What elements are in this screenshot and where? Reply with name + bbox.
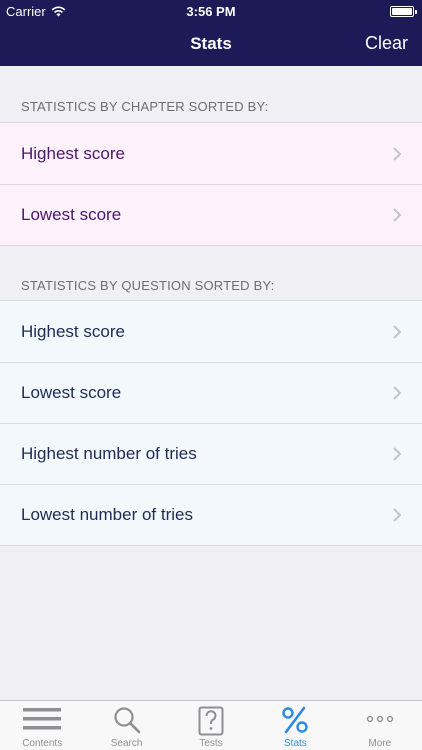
row-label: Lowest number of tries bbox=[21, 504, 193, 524]
tab-label: Contents bbox=[22, 738, 63, 749]
row-label: Lowest score bbox=[21, 204, 122, 224]
list-icon bbox=[23, 708, 62, 730]
tab-stats[interactable]: Stats bbox=[253, 701, 337, 750]
question-section-header: STATISTICS BY QUESTION SORTED BY: bbox=[21, 278, 275, 293]
tab-label: Search bbox=[110, 738, 143, 749]
top-bar: Carrier 3:56 PM Stats Clear bbox=[0, 0, 422, 66]
chevron-right-icon bbox=[393, 146, 402, 161]
row-label: Highest score bbox=[21, 143, 125, 163]
question-stats-group: Highest score Lowest score Highest numbe… bbox=[0, 300, 422, 546]
tab-bar: Contents Search Tests Stats More bbox=[0, 700, 422, 750]
tab-search[interactable]: Search bbox=[84, 701, 168, 750]
tab-label: More bbox=[368, 738, 392, 749]
question-highest-tries-row[interactable]: Highest number of tries bbox=[0, 423, 422, 484]
chapter-section-header: STATISTICS BY CHAPTER SORTED BY: bbox=[21, 99, 269, 114]
tab-label: Stats bbox=[284, 738, 307, 749]
status-bar: Carrier 3:56 PM bbox=[0, 0, 422, 22]
page-title: Stats bbox=[190, 34, 232, 53]
chevron-right-icon bbox=[393, 446, 402, 461]
row-label: Lowest score bbox=[21, 382, 122, 402]
chevron-right-icon bbox=[393, 324, 402, 339]
question-card-icon bbox=[198, 706, 224, 736]
chevron-right-icon bbox=[393, 507, 402, 522]
chevron-right-icon bbox=[393, 207, 402, 222]
battery-icon bbox=[390, 6, 417, 17]
tab-contents[interactable]: Contents bbox=[0, 701, 84, 750]
search-icon bbox=[114, 707, 140, 734]
row-label: Highest number of tries bbox=[21, 443, 197, 463]
chapter-highest-score-row[interactable]: Highest score bbox=[0, 123, 422, 184]
row-label: Highest score bbox=[21, 321, 125, 341]
tab-tests[interactable]: Tests bbox=[169, 701, 253, 750]
status-time: 3:56 PM bbox=[186, 4, 236, 19]
chapter-lowest-score-row[interactable]: Lowest score bbox=[0, 184, 422, 245]
question-lowest-score-row[interactable]: Lowest score bbox=[0, 362, 422, 423]
tab-label: Tests bbox=[199, 738, 223, 749]
tab-more[interactable]: More bbox=[338, 701, 422, 750]
more-icon bbox=[366, 715, 393, 723]
chapter-stats-group: Highest score Lowest score bbox=[0, 122, 422, 246]
question-lowest-tries-row[interactable]: Lowest number of tries bbox=[0, 484, 422, 545]
clear-button[interactable]: Clear bbox=[365, 33, 408, 54]
percent-icon bbox=[282, 706, 309, 734]
question-highest-score-row[interactable]: Highest score bbox=[0, 301, 422, 362]
chevron-right-icon bbox=[393, 385, 402, 400]
